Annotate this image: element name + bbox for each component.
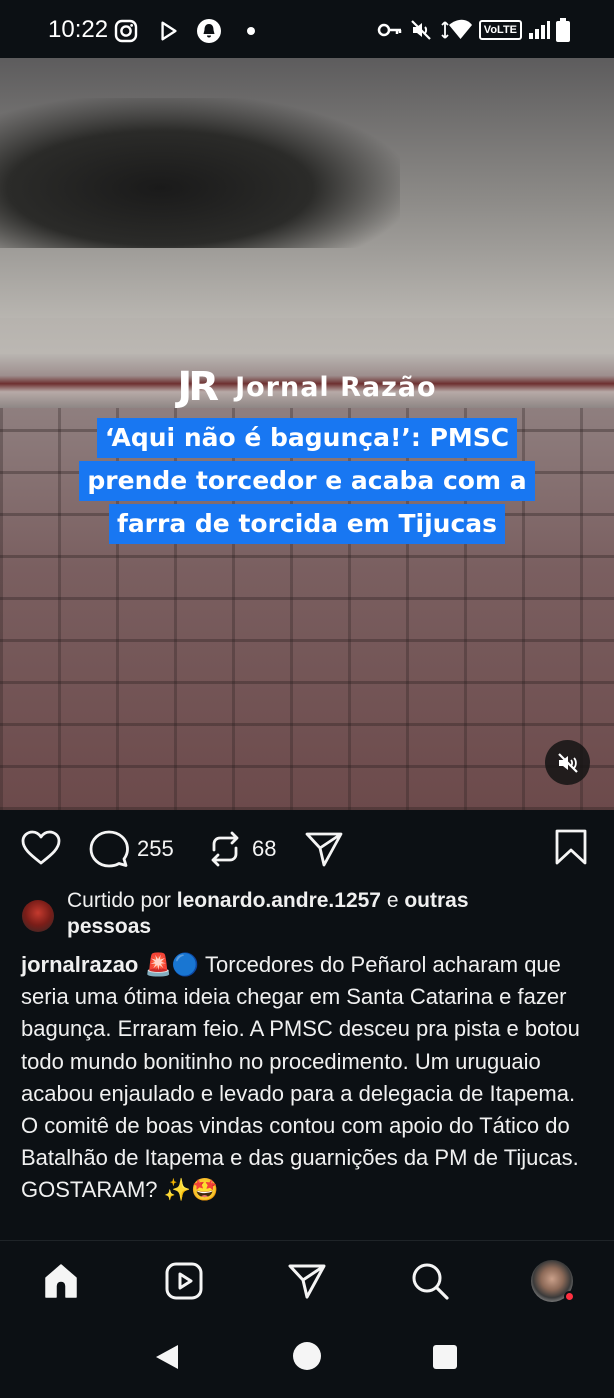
caption-emoji: 🚨🔵 — [144, 952, 200, 977]
headline-line: prende torcedor e acaba com a — [79, 461, 535, 501]
volte-badge: VoLTE — [478, 20, 522, 40]
media-brand: JR Jornal Razão — [0, 364, 614, 410]
media-headline: ‘Aqui não é bagunça!’: PMSC prende torce… — [0, 418, 614, 547]
key-icon — [377, 23, 402, 37]
back-icon — [156, 1345, 178, 1369]
send-icon — [305, 832, 343, 867]
media-photo-scene — [0, 58, 614, 318]
notification-app-icon — [197, 19, 221, 43]
speaker-muted-icon — [557, 752, 578, 773]
nav-search[interactable] — [408, 1259, 452, 1303]
wifi-icon — [441, 19, 472, 39]
play-store-icon — [161, 21, 177, 41]
headline-line: ‘Aqui não é bagunça!’: PMSC — [96, 418, 518, 458]
post-caption: jornalrazao 🚨🔵 Torcedores do Peñarol ach… — [21, 949, 596, 1207]
reels-icon — [165, 1262, 203, 1300]
heart-icon — [21, 830, 61, 865]
nav-reels[interactable] — [162, 1259, 206, 1303]
comment-button[interactable]: 255 — [89, 830, 174, 868]
system-back-button[interactable] — [152, 1342, 182, 1377]
repost-icon — [211, 831, 239, 867]
home-circle-icon — [293, 1342, 321, 1370]
signal-icon — [529, 21, 550, 39]
liked-by-others-line2[interactable]: pessoas — [67, 915, 151, 938]
share-button[interactable] — [304, 830, 344, 868]
notification-dot — [564, 1291, 575, 1302]
liked-by-avatar[interactable] — [22, 900, 54, 932]
liked-by-text: Curtido por leonardo.andre.1257 e outras… — [67, 888, 597, 940]
direct-icon — [288, 1264, 326, 1299]
recents-icon — [433, 1345, 457, 1369]
liked-by-user[interactable]: leonardo.andre.1257 — [177, 889, 381, 912]
liked-by-prefix: Curtido por — [67, 889, 171, 912]
search-icon — [412, 1263, 449, 1300]
muted-icon — [411, 20, 431, 40]
bookmark-icon — [555, 829, 587, 865]
system-navigation — [0, 1320, 614, 1398]
instagram-icon — [114, 19, 138, 43]
headline-line: farra de torcida em Tijucas — [108, 504, 506, 544]
profile-avatar — [531, 1260, 575, 1302]
nav-profile[interactable] — [530, 1259, 575, 1303]
nav-home[interactable] — [39, 1259, 83, 1303]
battery-icon — [556, 18, 570, 42]
status-right-icons: VoLTE — [377, 18, 570, 42]
nav-direct[interactable] — [285, 1259, 329, 1303]
save-button[interactable] — [554, 828, 588, 866]
system-home-button[interactable] — [292, 1341, 322, 1376]
repost-count: 68 — [252, 836, 277, 861]
comment-icon — [89, 830, 129, 868]
status-time: 10:22 — [48, 16, 109, 43]
home-icon — [45, 1264, 77, 1298]
system-recents-button[interactable] — [432, 1344, 458, 1375]
like-button[interactable] — [21, 830, 61, 866]
media-crowd-area — [0, 98, 400, 248]
comment-count: 255 — [137, 836, 174, 861]
repost-button[interactable]: 68 — [206, 830, 276, 868]
caption-text: Torcedores do Peñarol acharam que seria … — [21, 952, 580, 1203]
caption-username[interactable]: jornalrazao — [21, 952, 138, 977]
liked-by-connector: e — [386, 889, 399, 912]
liked-by-others[interactable]: outras — [404, 889, 468, 912]
status-bar: 10:22 VoLTE — [0, 0, 614, 62]
post-media[interactable]: JR Jornal Razão ‘Aqui não é bagunça!’: P… — [0, 58, 614, 810]
brand-logo: JR — [177, 364, 219, 410]
brand-name: Jornal Razão — [235, 371, 437, 403]
post-actions: 255 68 — [0, 826, 614, 872]
dot-icon — [247, 27, 255, 35]
mute-button[interactable] — [545, 740, 590, 785]
status-left-icons — [114, 18, 256, 44]
bottom-navigation — [0, 1240, 614, 1320]
